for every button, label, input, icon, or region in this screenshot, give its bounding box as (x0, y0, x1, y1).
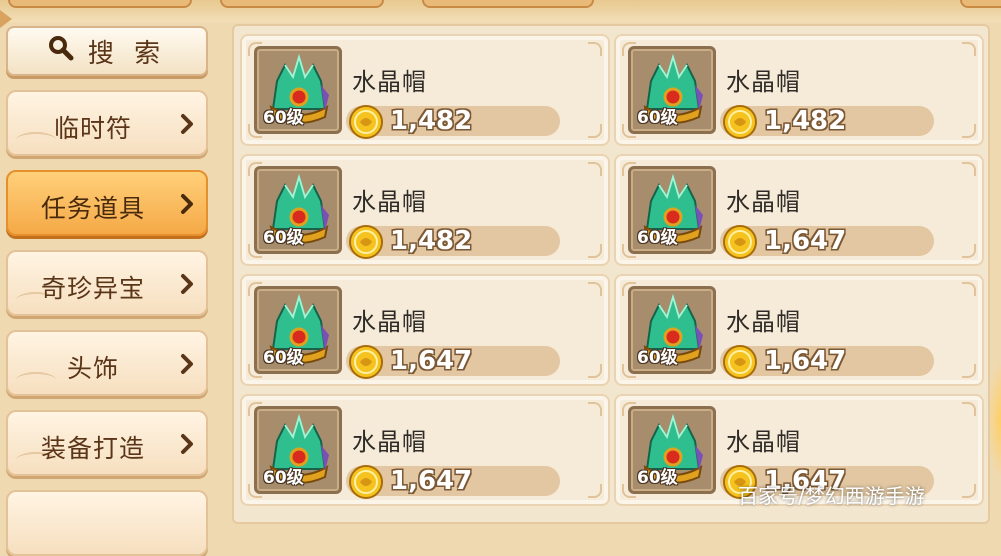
item-level: 60级 (263, 348, 304, 368)
coin-icon (349, 225, 383, 259)
item-name: 水晶帽 (352, 188, 427, 216)
item-level: 60级 (637, 108, 678, 128)
top-strip (0, 0, 1001, 22)
item-price: 1,482 (390, 226, 473, 256)
chevron-right-icon (181, 354, 193, 374)
top-tab[interactable] (220, 0, 384, 8)
item-level: 60级 (263, 468, 304, 488)
item-card[interactable]: 60级 水晶帽 1,647 (614, 274, 984, 386)
item-price: 1,647 (390, 346, 473, 376)
item-price: 1,647 (390, 466, 473, 496)
card-ornament (588, 484, 602, 498)
card-ornament (588, 282, 602, 296)
item-name: 水晶帽 (352, 428, 427, 456)
item-price: 1,482 (390, 106, 473, 136)
item-price: 1,482 (764, 106, 847, 136)
item-card[interactable]: 60级 水晶帽 1,482 (240, 34, 610, 146)
item-grid: 60级 水晶帽 1,482 60级 水晶帽 1,482 60级 水晶帽 1,48… (232, 24, 990, 524)
sidebar-item-label: 临时符 (53, 114, 132, 143)
search-icon (48, 35, 74, 68)
item-slot: 60级 (254, 286, 342, 374)
sidebar-item-label: 装备打造 (40, 434, 145, 463)
top-tab[interactable] (8, 0, 192, 8)
item-name: 水晶帽 (726, 188, 801, 216)
item-slot: 60级 (254, 406, 342, 494)
card-ornament (962, 484, 976, 498)
coin-icon (723, 105, 757, 139)
card-ornament (588, 244, 602, 258)
item-slot: 60级 (628, 166, 716, 254)
item-name: 水晶帽 (726, 68, 801, 96)
item-slot: 60级 (254, 46, 342, 134)
sidebar-item-more[interactable] (6, 490, 208, 556)
item-price: 1,647 (764, 226, 847, 256)
watermark: 百家号/梦幻西游手游 (738, 484, 925, 508)
card-ornament (962, 124, 976, 138)
sidebar-item-label: 任务道具 (40, 194, 145, 223)
item-card[interactable]: 60级 水晶帽 1,647 (240, 274, 610, 386)
card-ornament (588, 364, 602, 378)
card-ornament (962, 364, 976, 378)
item-card[interactable]: 60级 水晶帽 1,647 (240, 394, 610, 506)
sidebar-item-label: 头饰 (66, 354, 119, 383)
item-slot: 60级 (628, 46, 716, 134)
item-slot: 60级 (628, 286, 716, 374)
card-ornament (588, 162, 602, 176)
item-level: 60级 (637, 468, 678, 488)
card-ornament (588, 124, 602, 138)
card-ornament (962, 282, 976, 296)
chevron-right-icon (181, 274, 193, 294)
sidebar-item-temporary-charms[interactable]: 临时符 (6, 90, 208, 156)
coin-icon (723, 345, 757, 379)
item-slot: 60级 (628, 406, 716, 494)
item-level: 60级 (637, 228, 678, 248)
chevron-right-icon (181, 114, 193, 134)
item-card[interactable]: 60级 水晶帽 1,482 (240, 154, 610, 266)
item-level: 60级 (263, 108, 304, 128)
sidebar-item-rare-treasures[interactable]: 奇珍异宝 (6, 250, 208, 316)
item-card[interactable]: 60级 水晶帽 1,482 (614, 34, 984, 146)
item-name: 水晶帽 (726, 428, 801, 456)
category-sidebar: 搜 索 临时符 任务道具 奇珍异宝 头饰 装备打造 (4, 26, 210, 556)
coin-icon (723, 225, 757, 259)
item-card[interactable]: 60级 水晶帽 1,647 (614, 154, 984, 266)
card-ornament (962, 402, 976, 416)
card-ornament (962, 162, 976, 176)
item-level: 60级 (637, 348, 678, 368)
sidebar-item-equipment-crafting[interactable]: 装备打造 (6, 410, 208, 476)
item-name: 水晶帽 (352, 68, 427, 96)
sidebar-item-headwear[interactable]: 头饰 (6, 330, 208, 396)
item-level: 60级 (263, 228, 304, 248)
card-ornament (588, 402, 602, 416)
top-tab[interactable] (960, 0, 1001, 8)
item-slot: 60级 (254, 166, 342, 254)
chevron-right-icon (181, 194, 193, 214)
card-ornament (962, 42, 976, 56)
coin-icon (349, 105, 383, 139)
sidebar-item-label: 奇珍异宝 (40, 274, 145, 303)
item-name: 水晶帽 (352, 308, 427, 336)
search-button[interactable]: 搜 索 (6, 26, 208, 76)
coin-icon (349, 465, 383, 499)
item-price: 1,647 (764, 346, 847, 376)
card-ornament (962, 244, 976, 258)
search-label: 搜 索 (87, 38, 167, 69)
chevron-right-icon (181, 434, 193, 454)
card-ornament (588, 42, 602, 56)
coin-icon (349, 345, 383, 379)
item-name: 水晶帽 (726, 308, 801, 336)
sidebar-item-quest-items[interactable]: 任务道具 (6, 170, 208, 236)
top-tab[interactable] (422, 0, 594, 8)
